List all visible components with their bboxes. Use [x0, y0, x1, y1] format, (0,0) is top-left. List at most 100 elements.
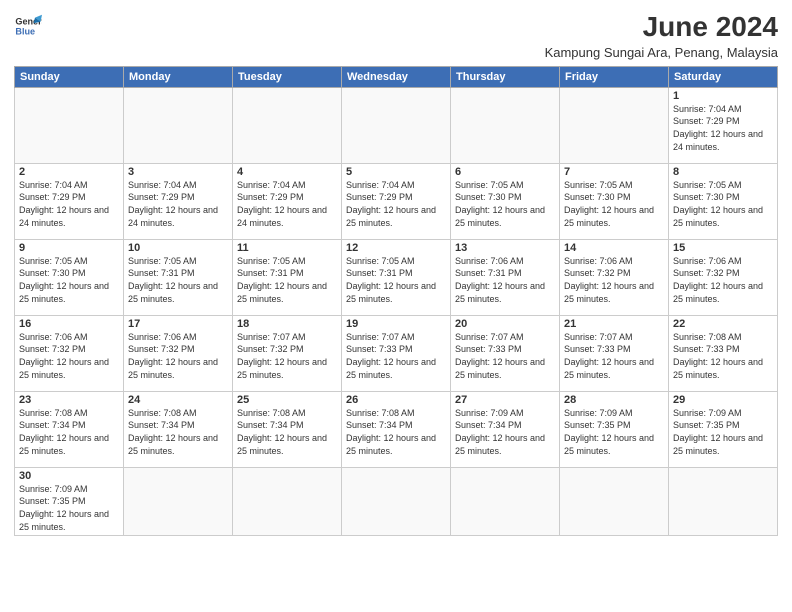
table-row [124, 467, 233, 535]
calendar-header-row: Sunday Monday Tuesday Wednesday Thursday… [15, 66, 778, 87]
col-tuesday: Tuesday [233, 66, 342, 87]
day-info: Sunrise: 7:05 AM Sunset: 7:31 PM Dayligh… [128, 255, 228, 305]
day-info: Sunrise: 7:07 AM Sunset: 7:32 PM Dayligh… [237, 331, 337, 381]
day-number: 23 [19, 394, 119, 406]
table-row: 23Sunrise: 7:08 AM Sunset: 7:34 PM Dayli… [15, 391, 124, 467]
table-row: 13Sunrise: 7:06 AM Sunset: 7:31 PM Dayli… [451, 239, 560, 315]
table-row: 26Sunrise: 7:08 AM Sunset: 7:34 PM Dayli… [342, 391, 451, 467]
day-number: 16 [19, 318, 119, 330]
table-row [342, 87, 451, 163]
month-year-title: June 2024 [545, 12, 778, 43]
table-row: 7Sunrise: 7:05 AM Sunset: 7:30 PM Daylig… [560, 163, 669, 239]
table-row: 11Sunrise: 7:05 AM Sunset: 7:31 PM Dayli… [233, 239, 342, 315]
col-thursday: Thursday [451, 66, 560, 87]
col-wednesday: Wednesday [342, 66, 451, 87]
table-row [560, 467, 669, 535]
day-info: Sunrise: 7:07 AM Sunset: 7:33 PM Dayligh… [564, 331, 664, 381]
day-number: 13 [455, 242, 555, 254]
table-row [342, 467, 451, 535]
header: General Blue June 2024 Kampung Sungai Ar… [14, 12, 778, 60]
table-row: 18Sunrise: 7:07 AM Sunset: 7:32 PM Dayli… [233, 315, 342, 391]
location-subtitle: Kampung Sungai Ara, Penang, Malaysia [545, 45, 778, 60]
table-row [15, 87, 124, 163]
col-sunday: Sunday [15, 66, 124, 87]
day-info: Sunrise: 7:04 AM Sunset: 7:29 PM Dayligh… [128, 179, 228, 229]
day-info: Sunrise: 7:05 AM Sunset: 7:30 PM Dayligh… [455, 179, 555, 229]
day-number: 2 [19, 166, 119, 178]
table-row: 16Sunrise: 7:06 AM Sunset: 7:32 PM Dayli… [15, 315, 124, 391]
day-info: Sunrise: 7:06 AM Sunset: 7:31 PM Dayligh… [455, 255, 555, 305]
day-number: 6 [455, 166, 555, 178]
day-number: 1 [673, 90, 773, 102]
day-number: 4 [237, 166, 337, 178]
day-info: Sunrise: 7:05 AM Sunset: 7:31 PM Dayligh… [346, 255, 446, 305]
day-info: Sunrise: 7:05 AM Sunset: 7:31 PM Dayligh… [237, 255, 337, 305]
table-row: 30Sunrise: 7:09 AM Sunset: 7:35 PM Dayli… [15, 467, 124, 535]
col-friday: Friday [560, 66, 669, 87]
day-number: 9 [19, 242, 119, 254]
table-row [124, 87, 233, 163]
table-row: 21Sunrise: 7:07 AM Sunset: 7:33 PM Dayli… [560, 315, 669, 391]
day-info: Sunrise: 7:05 AM Sunset: 7:30 PM Dayligh… [19, 255, 119, 305]
day-info: Sunrise: 7:05 AM Sunset: 7:30 PM Dayligh… [673, 179, 773, 229]
table-row: 28Sunrise: 7:09 AM Sunset: 7:35 PM Dayli… [560, 391, 669, 467]
day-info: Sunrise: 7:06 AM Sunset: 7:32 PM Dayligh… [564, 255, 664, 305]
table-row: 10Sunrise: 7:05 AM Sunset: 7:31 PM Dayli… [124, 239, 233, 315]
table-row: 29Sunrise: 7:09 AM Sunset: 7:35 PM Dayli… [669, 391, 778, 467]
table-row: 15Sunrise: 7:06 AM Sunset: 7:32 PM Dayli… [669, 239, 778, 315]
day-number: 12 [346, 242, 446, 254]
table-row: 6Sunrise: 7:05 AM Sunset: 7:30 PM Daylig… [451, 163, 560, 239]
day-info: Sunrise: 7:09 AM Sunset: 7:35 PM Dayligh… [19, 483, 119, 533]
day-number: 26 [346, 394, 446, 406]
table-row: 25Sunrise: 7:08 AM Sunset: 7:34 PM Dayli… [233, 391, 342, 467]
logo: General Blue [14, 12, 42, 40]
day-info: Sunrise: 7:08 AM Sunset: 7:34 PM Dayligh… [128, 407, 228, 457]
table-row: 14Sunrise: 7:06 AM Sunset: 7:32 PM Dayli… [560, 239, 669, 315]
logo-icon: General Blue [14, 12, 42, 40]
table-row: 2Sunrise: 7:04 AM Sunset: 7:29 PM Daylig… [15, 163, 124, 239]
day-number: 15 [673, 242, 773, 254]
title-block: June 2024 Kampung Sungai Ara, Penang, Ma… [545, 12, 778, 60]
day-number: 3 [128, 166, 228, 178]
day-number: 21 [564, 318, 664, 330]
day-number: 25 [237, 394, 337, 406]
table-row: 12Sunrise: 7:05 AM Sunset: 7:31 PM Dayli… [342, 239, 451, 315]
day-number: 10 [128, 242, 228, 254]
table-row: 24Sunrise: 7:08 AM Sunset: 7:34 PM Dayli… [124, 391, 233, 467]
day-info: Sunrise: 7:04 AM Sunset: 7:29 PM Dayligh… [19, 179, 119, 229]
day-info: Sunrise: 7:09 AM Sunset: 7:34 PM Dayligh… [455, 407, 555, 457]
table-row: 22Sunrise: 7:08 AM Sunset: 7:33 PM Dayli… [669, 315, 778, 391]
day-number: 17 [128, 318, 228, 330]
day-info: Sunrise: 7:04 AM Sunset: 7:29 PM Dayligh… [346, 179, 446, 229]
day-number: 29 [673, 394, 773, 406]
table-row [560, 87, 669, 163]
svg-text:Blue: Blue [15, 26, 35, 36]
table-row: 8Sunrise: 7:05 AM Sunset: 7:30 PM Daylig… [669, 163, 778, 239]
calendar-page: General Blue June 2024 Kampung Sungai Ar… [0, 0, 792, 612]
table-row: 4Sunrise: 7:04 AM Sunset: 7:29 PM Daylig… [233, 163, 342, 239]
table-row: 5Sunrise: 7:04 AM Sunset: 7:29 PM Daylig… [342, 163, 451, 239]
day-info: Sunrise: 7:06 AM Sunset: 7:32 PM Dayligh… [673, 255, 773, 305]
day-number: 8 [673, 166, 773, 178]
day-info: Sunrise: 7:08 AM Sunset: 7:33 PM Dayligh… [673, 331, 773, 381]
day-info: Sunrise: 7:08 AM Sunset: 7:34 PM Dayligh… [237, 407, 337, 457]
table-row: 9Sunrise: 7:05 AM Sunset: 7:30 PM Daylig… [15, 239, 124, 315]
table-row: 3Sunrise: 7:04 AM Sunset: 7:29 PM Daylig… [124, 163, 233, 239]
day-number: 7 [564, 166, 664, 178]
day-info: Sunrise: 7:09 AM Sunset: 7:35 PM Dayligh… [673, 407, 773, 457]
day-number: 5 [346, 166, 446, 178]
col-monday: Monday [124, 66, 233, 87]
day-number: 24 [128, 394, 228, 406]
day-number: 27 [455, 394, 555, 406]
day-info: Sunrise: 7:04 AM Sunset: 7:29 PM Dayligh… [673, 103, 773, 153]
day-info: Sunrise: 7:07 AM Sunset: 7:33 PM Dayligh… [455, 331, 555, 381]
table-row: 17Sunrise: 7:06 AM Sunset: 7:32 PM Dayli… [124, 315, 233, 391]
table-row [669, 467, 778, 535]
day-number: 19 [346, 318, 446, 330]
day-number: 20 [455, 318, 555, 330]
day-info: Sunrise: 7:04 AM Sunset: 7:29 PM Dayligh… [237, 179, 337, 229]
table-row [233, 467, 342, 535]
day-info: Sunrise: 7:08 AM Sunset: 7:34 PM Dayligh… [19, 407, 119, 457]
table-row: 1Sunrise: 7:04 AM Sunset: 7:29 PM Daylig… [669, 87, 778, 163]
day-number: 30 [19, 470, 119, 482]
